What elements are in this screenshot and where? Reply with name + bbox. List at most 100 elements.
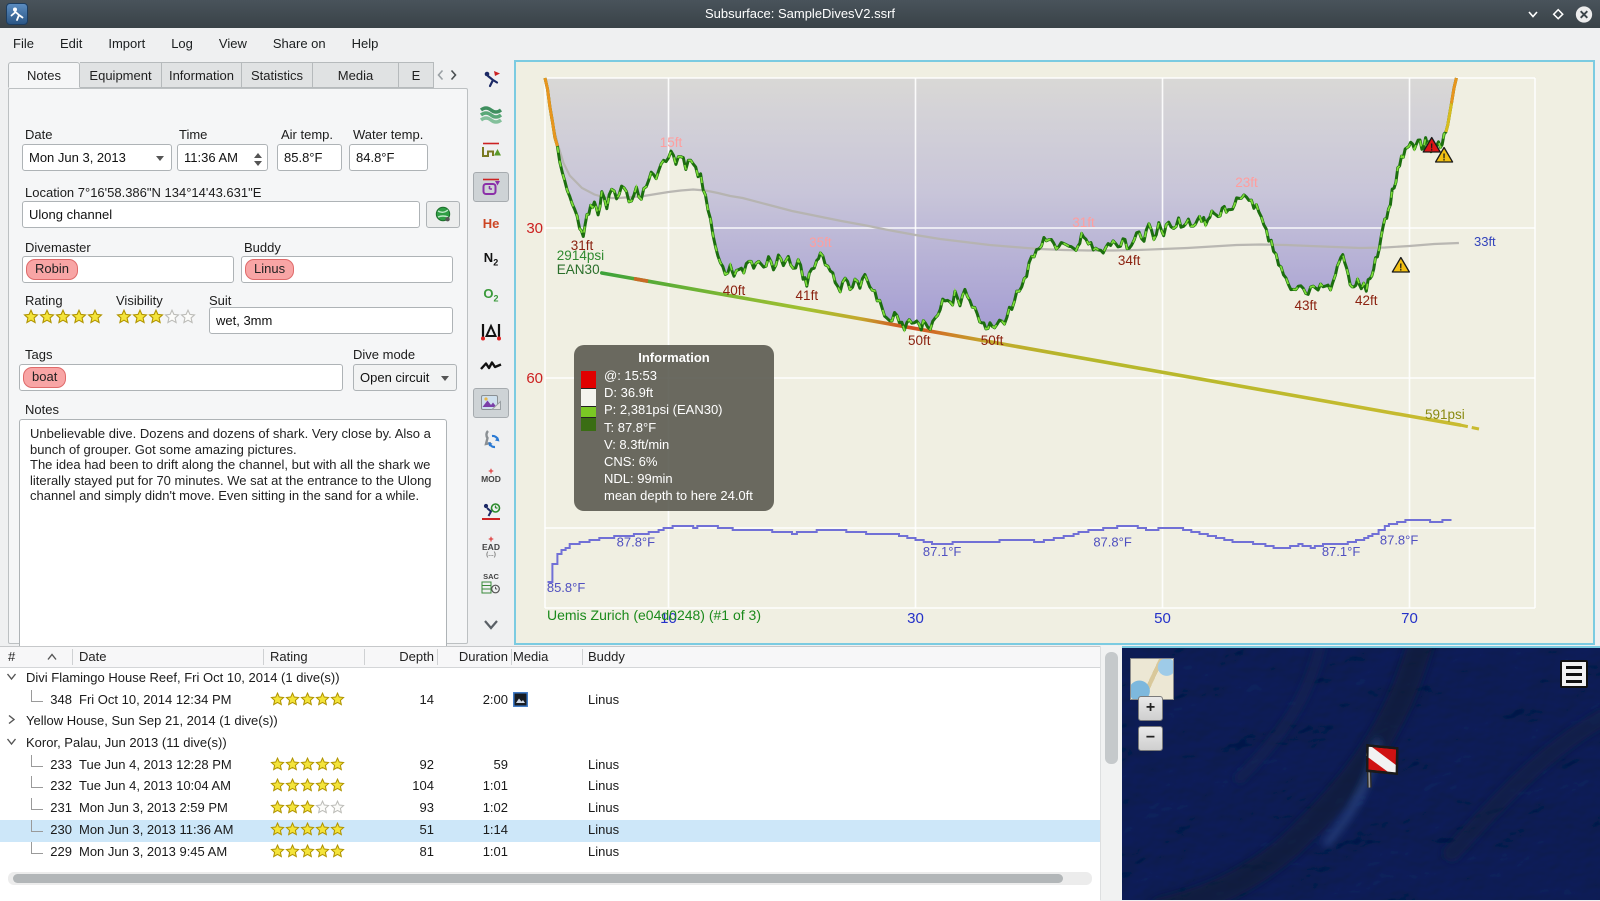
tabbar: Notes Equipment Information Statistics M… [8,62,460,89]
trip-row[interactable]: Yellow House, Sun Sep 21, 2014 (1 dive(s… [0,711,1100,733]
rescale-button[interactable] [473,424,509,454]
dive-flag-marker[interactable] [1354,732,1404,790]
menu-help[interactable]: Help [352,36,379,51]
divemaster-field[interactable]: Robin [22,256,234,283]
visibility-stars[interactable] [116,308,196,329]
calculated-ceiling-button[interactable] [473,136,509,166]
water-temp-field[interactable]: 84.8°F [349,144,428,171]
tab-information[interactable]: Information [162,62,242,88]
map-zoom-out-button[interactable]: − [1138,726,1163,751]
dive-row[interactable]: 231 Mon Jun 3, 2013 2:59 PM 93 1:02 Linus [0,798,1100,820]
minimize-button[interactable] [1524,5,1542,23]
tab-statistics[interactable]: Statistics [242,62,313,88]
tissues-button[interactable] [473,100,509,130]
mod-button[interactable]: + MOD [473,460,509,490]
heartrate-button[interactable] [473,352,509,382]
dive-row[interactable]: 229 Mon Jun 3, 2013 9:45 AM 81 1:01 Linus [0,841,1100,864]
ead-button[interactable]: + EAD (...) [473,532,509,562]
air-temp-field[interactable]: 85.8°F [277,144,342,171]
setpoint-button[interactable] [473,172,509,202]
sac-button[interactable]: SAC [473,568,509,598]
tags-field[interactable]: boat [19,364,343,391]
rating-stars[interactable] [23,308,103,329]
map-menu-button[interactable] [1560,660,1588,688]
pp-helium-button[interactable]: He [473,208,509,238]
tab-extra-truncated[interactable]: E [399,62,434,88]
tab-notes[interactable]: Notes [8,62,80,88]
star-icon [116,308,132,324]
dive-site-map[interactable]: + − [1122,646,1600,900]
menu-log[interactable]: Log [171,36,193,51]
svg-text:50ft: 50ft [981,333,1004,348]
dive-mode-combobox[interactable]: Open circuit [353,364,457,391]
tag-boat[interactable]: boat [23,367,67,388]
pp-oxygen-button[interactable]: O2 [473,280,509,310]
trip-row[interactable]: Divi Flamingo House Reef, Fri Oct 10, 20… [0,668,1100,690]
dive-row[interactable]: 233 Tue Jun 4, 2013 12:28 PM 92 59 Linus [0,754,1100,777]
water-temp-value: 84.8°F [356,150,395,165]
dc-ceiling-button[interactable] [473,64,509,94]
menu-file[interactable]: File [13,36,34,51]
svg-text:60: 60 [526,370,543,387]
notes-tab-pane: Date Mon Jun 3, 2013 Time 11:36 AM Air t… [8,88,468,655]
collapsed-arrow-icon[interactable] [6,714,17,725]
scrollbar-handle[interactable] [1105,652,1118,764]
suit-field[interactable]: wet, 3mm [209,307,453,334]
overview-minimap[interactable] [1130,658,1174,700]
close-button[interactable] [1575,5,1593,23]
col-buddy[interactable]: Buddy [588,649,625,664]
dive-media[interactable] [513,691,528,710]
col-depth[interactable]: Depth [370,649,434,664]
col-number[interactable]: # [8,649,15,664]
scrollbar-handle[interactable] [13,874,1063,883]
col-media[interactable]: Media [513,649,548,664]
geolocation-button[interactable] [426,201,460,228]
trip-row[interactable]: Koror, Palau, Jun 2013 (11 dive(s)) [0,733,1100,755]
trip-label: Divi Flamingo House Reef, Fri Oct 10, 20… [26,670,340,685]
divemaster-tag[interactable]: Robin [26,259,78,280]
vertical-scrollbar[interactable] [1100,646,1122,900]
tooltip-row: P: 2,381psi (EAN30) [604,402,723,418]
chevron-down-icon [156,156,164,165]
ndl-tts-button[interactable] [473,496,509,526]
star-icon [55,308,71,324]
tab-scroll-right-button[interactable] [447,62,460,88]
maximize-button[interactable] [1549,5,1567,23]
tooltip-row: CNS: 6% [604,454,658,470]
dive-row[interactable]: 348 Fri Oct 10, 2014 12:34 PM 14 2:00 Linus [0,689,1100,712]
spinner-arrows-icon[interactable] [254,149,262,170]
date-combobox[interactable]: Mon Jun 3, 2013 [22,144,172,171]
map-zoom-in-button[interactable]: + [1138,696,1163,721]
tab-scroll-left-button[interactable] [434,62,447,88]
diver-ceiling-icon [484,71,500,88]
col-date[interactable]: Date [79,649,106,664]
horizontal-scrollbar[interactable] [8,872,1092,885]
notes-textarea[interactable]: Unbelievable dive. Dozens and dozens of … [19,419,447,655]
menu-edit[interactable]: Edit [60,36,82,51]
tab-media[interactable]: Media [313,62,399,88]
expanded-arrow-icon[interactable] [6,736,17,747]
tooltip-row: T: 87.8°F [604,419,657,435]
col-duration[interactable]: Duration [444,649,508,664]
close-icon [1575,5,1593,23]
ruler-button[interactable] [473,316,509,346]
pp-nitrogen-button[interactable]: N2 [473,244,509,274]
menu-share-on[interactable]: Share on [273,36,326,51]
buddy-tag[interactable]: Linus [245,259,295,280]
dive-row[interactable]: 232 Tue Jun 4, 2013 10:04 AM 104 1:01 Linus [0,776,1100,798]
dive-profile-chart[interactable]: 30 60 10 30 50 70 31ft 40ft 41ft 50ft 50ft 34ft 43ft… [514,60,1595,645]
expanded-arrow-icon[interactable] [6,671,17,682]
profile-info-tooltip[interactable]: Information @: 15:53 D: 36.9ft P: 2,381psi… [574,345,774,511]
toolbar-scroll-down-button[interactable] [473,610,509,640]
photos-button[interactable] [473,388,509,418]
col-rating[interactable]: Rating [270,649,308,664]
tab-equipment[interactable]: Equipment [80,62,162,88]
dive-duration: 1:01 [482,843,508,859]
menu-import[interactable]: Import [108,36,145,51]
time-spinbox[interactable]: 11:36 AM [177,144,268,171]
location-field[interactable]: Ulong channel [22,201,420,228]
menu-view[interactable]: View [219,36,247,51]
buddy-field[interactable]: Linus [241,256,453,283]
dive-list-header[interactable]: # Date Rating Depth Duration Media Buddy [0,647,1100,668]
dive-row[interactable]: 230 Mon Jun 3, 2013 11:36 AM 51 1:14 Linus [0,819,1100,842]
